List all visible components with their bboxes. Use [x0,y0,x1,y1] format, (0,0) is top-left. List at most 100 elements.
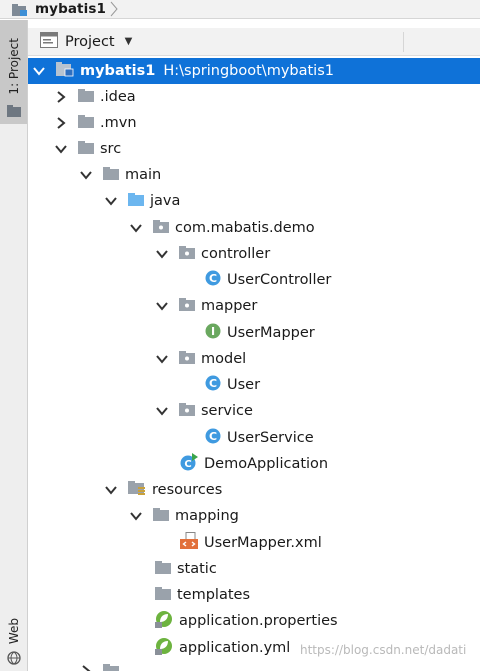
chevron-down-icon[interactable] [54,142,68,156]
chevron-down-icon[interactable] [155,299,169,313]
package-icon [153,219,169,237]
chevron-down-icon[interactable] [155,352,169,366]
node-label: main [125,167,162,183]
class-icon: C [205,270,221,290]
navigation-bar: mybatis1 [0,0,480,19]
tree-node-mapping[interactable]: mapping [28,503,480,529]
tree-node-main[interactable]: main [28,162,480,188]
node-label: static [177,561,217,577]
chevron-down-icon[interactable] [32,64,46,78]
tree-node-idea[interactable]: .idea [28,84,480,110]
chevron-down-icon[interactable] [155,247,169,261]
tree-node-partial [28,662,480,671]
node-label: UserService [227,430,314,446]
web-tab-label[interactable]: Web [7,618,21,644]
project-view-selector[interactable]: Project [65,34,115,50]
tree-node-static[interactable]: static [28,556,480,582]
node-label: application.properties [179,613,338,629]
folder-icon [103,166,119,184]
node-label: User [227,377,261,393]
tree-node-root[interactable]: mybatis1 H:\springboot\mybatis1 [28,58,480,84]
web-globe-icon[interactable] [7,650,21,669]
tree-node-user-controller[interactable]: C UserController [28,267,480,293]
tree-node-user[interactable]: C User [28,372,480,398]
project-tool-tab[interactable]: 1: Project [0,20,27,124]
tree-node-package[interactable]: com.mabatis.demo [28,215,480,241]
node-label: .mvn [100,115,137,131]
node-label: model [201,351,247,367]
tree-node-user-mapper-xml[interactable]: UserMapper.xml [28,530,480,556]
package-icon [179,245,195,263]
node-label: templates [177,587,251,603]
node-label: UserMapper.xml [204,535,322,551]
folder-icon [78,140,94,158]
chevron-down-icon[interactable] [129,221,143,235]
watermark-text: https://blog.csdn.net/dadati [300,643,467,657]
chevron-down-icon[interactable] [129,509,143,523]
tree-node-mapper[interactable]: mapper [28,293,480,319]
node-label: UserMapper [227,325,315,341]
node-label: java [150,193,181,209]
node-label: .idea [100,89,136,105]
folder-icon [78,114,94,132]
tree-node-application-properties[interactable]: application.properties [28,608,480,634]
package-icon [179,297,195,315]
module-folder-icon [56,61,74,81]
tree-node-src[interactable]: src [28,136,480,162]
project-panel-header: Project ▼ [28,28,480,56]
header-divider [403,32,404,52]
node-label: service [201,403,253,419]
folder-icon [103,663,119,671]
tree-node-java[interactable]: java [28,188,480,214]
breadcrumb-project[interactable]: mybatis1 [35,1,106,17]
folder-icon [78,88,94,106]
node-label: UserController [227,272,332,288]
tree-node-templates[interactable]: templates [28,582,480,608]
root-module-name: mybatis1 [80,63,156,79]
node-label: mapper [201,298,258,314]
tree-node-demo-application[interactable]: C DemoApplication [28,451,480,477]
tree-node-user-mapper[interactable]: I UserMapper [28,320,480,346]
chevron-down-icon[interactable] [79,168,93,182]
folder-icon [155,586,171,604]
chevron-down-icon[interactable] [104,483,118,497]
tree-node-model[interactable]: model [28,346,480,372]
package-icon [179,350,195,368]
node-label: application.yml [179,640,291,656]
project-tab-label: 1: Project [7,38,21,95]
node-label: mapping [175,508,239,524]
chevron-down-icon[interactable] [155,404,169,418]
svg-text:C: C [184,459,191,470]
chevron-down-icon[interactable]: ▼ [125,36,133,47]
node-label: DemoApplication [204,456,329,472]
folder-icon [7,102,21,121]
root-module-path: H:\springboot\mybatis1 [163,63,334,79]
tree-node-mvn[interactable]: .mvn [28,110,480,136]
chevron-right-icon[interactable] [54,116,68,130]
tree-node-resources[interactable]: resources [28,477,480,503]
svg-text:C: C [209,430,217,443]
svg-text:C: C [209,377,217,390]
svg-text:C: C [209,272,217,285]
node-label: src [100,141,122,157]
chevron-right-icon [79,664,93,671]
package-icon [179,402,195,420]
spring-boot-app-icon: C [180,453,198,475]
tree-node-service[interactable]: service [28,398,480,424]
class-icon: C [205,428,221,448]
chevron-down-icon[interactable] [104,194,118,208]
module-icon [12,2,30,16]
source-folder-icon [128,192,144,210]
interface-icon: I [205,323,221,343]
tree-node-user-service[interactable]: C UserService [28,425,480,451]
class-icon: C [205,375,221,395]
tree-node-controller[interactable]: controller [28,241,480,267]
project-view-icon [40,31,58,52]
spring-config-icon [155,610,173,632]
folder-icon [155,560,171,578]
svg-text:I: I [211,325,215,338]
chevron-right-icon[interactable] [54,90,68,104]
resources-folder-icon [128,480,146,500]
node-label: resources [152,482,223,498]
node-label: controller [201,246,271,262]
